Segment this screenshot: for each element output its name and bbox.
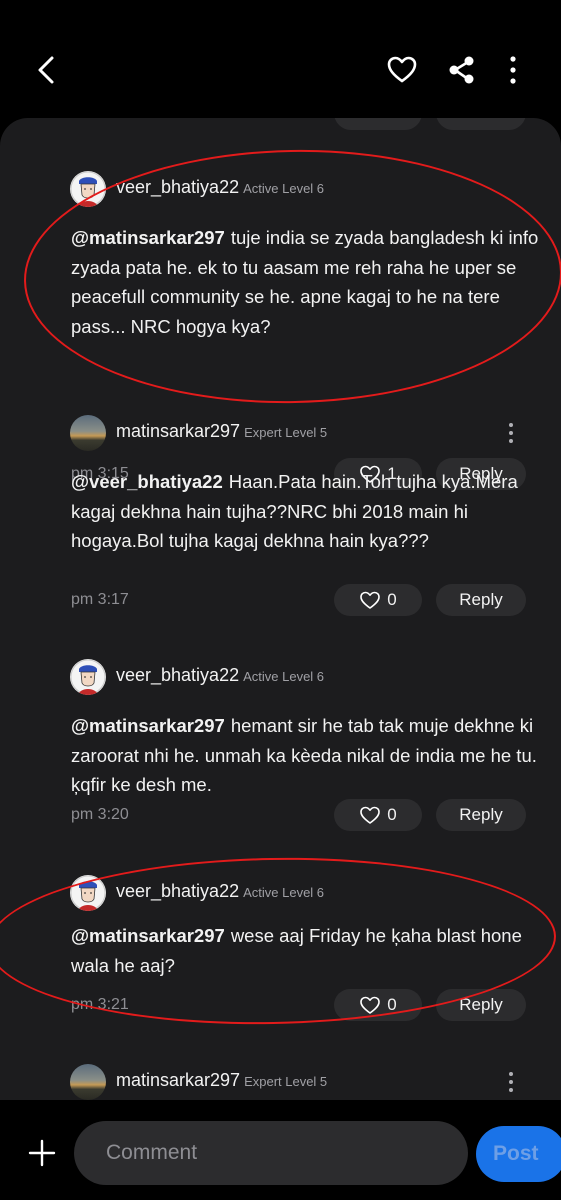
avatar[interactable] — [70, 659, 106, 695]
reply-button[interactable]: Reply — [436, 584, 526, 616]
comment-text: @veer_bhatiya22 Haan.Pata hain.Toh tujha … — [71, 467, 541, 556]
username[interactable]: veer_bhatiya22 — [116, 665, 239, 685]
avatar[interactable] — [70, 1064, 106, 1100]
comment-composer: Post — [0, 1100, 561, 1200]
like-count: 0 — [387, 995, 397, 1014]
top-app-bar — [0, 0, 561, 118]
mention-link[interactable]: @veer_bhatiya22 — [71, 471, 223, 492]
comments-panel[interactable]: veer_bhatiya22 Active Level 6 @matinsarka… — [0, 118, 561, 1100]
comment-footer: pm 3:20 0 Reply — [0, 799, 561, 833]
like-button[interactable]: 0 — [334, 799, 422, 831]
mention-link[interactable]: @matinsarkar297 — [71, 925, 225, 946]
like-count: 0 — [387, 590, 397, 609]
heart-icon[interactable] — [386, 54, 418, 86]
more-vertical-icon[interactable] — [502, 54, 524, 86]
post-button[interactable]: Post — [476, 1126, 561, 1182]
like-button[interactable]: 0 — [334, 584, 422, 616]
more-vertical-icon[interactable] — [503, 1070, 519, 1094]
mention-link[interactable]: @matinsarkar297 — [71, 227, 225, 248]
like-count: 0 — [387, 805, 397, 824]
username[interactable]: veer_bhatiya22 — [116, 881, 239, 901]
share-icon[interactable] — [446, 54, 476, 86]
avatar[interactable] — [70, 875, 106, 911]
heart-outline-icon — [360, 996, 381, 1014]
heart-outline-icon — [360, 591, 381, 609]
reply-button[interactable] — [436, 118, 526, 130]
chevron-left-icon[interactable] — [32, 52, 62, 88]
user-level: Active Level 6 — [243, 181, 325, 196]
comment-time: pm 3:21 — [71, 996, 129, 1013]
user-level: Active Level 6 — [243, 885, 325, 900]
comment-author[interactable]: matinsarkar297 Expert Level 5 — [116, 421, 327, 442]
comment-footer: pm 3:17 0 Reply — [0, 584, 561, 618]
comment-text: @matinsarkar297 wese aaj Friday he ķaha b… — [71, 921, 541, 980]
comment-text: @matinsarkar297 hemant sir he tab tak muj… — [71, 711, 541, 800]
avatar[interactable] — [70, 171, 106, 207]
comment-time: pm 3:17 — [71, 591, 129, 608]
like-button[interactable]: 0 — [334, 989, 422, 1021]
avatar[interactable] — [70, 415, 106, 451]
username[interactable]: matinsarkar297 — [116, 1070, 240, 1090]
comment-time: pm 3:20 — [71, 806, 129, 823]
reply-button[interactable]: Reply — [436, 989, 526, 1021]
like-button[interactable] — [334, 118, 422, 130]
comment-input[interactable] — [74, 1121, 468, 1185]
previous-comment-footer — [0, 118, 561, 132]
user-level: Active Level 6 — [243, 669, 325, 684]
comment-author[interactable]: veer_bhatiya22 Active Level 6 — [116, 177, 324, 198]
mention-link[interactable]: @matinsarkar297 — [71, 715, 225, 736]
username[interactable]: veer_bhatiya22 — [116, 177, 239, 197]
user-level: Expert Level 5 — [244, 1074, 328, 1089]
comment-footer: pm 3:21 0 Reply — [0, 989, 561, 1023]
comment-text: @matinsarkar297 tuje india se zyada bangl… — [71, 223, 541, 341]
more-vertical-icon[interactable] — [503, 421, 519, 445]
username[interactable]: matinsarkar297 — [116, 421, 240, 441]
heart-outline-icon — [360, 806, 381, 824]
plus-icon[interactable] — [28, 1139, 56, 1167]
reply-button[interactable]: Reply — [436, 799, 526, 831]
comment-author[interactable]: veer_bhatiya22 Active Level 6 — [116, 665, 324, 686]
comment-author[interactable]: matinsarkar297 Expert Level 5 — [116, 1070, 327, 1091]
comment-author[interactable]: veer_bhatiya22 Active Level 6 — [116, 881, 324, 902]
user-level: Expert Level 5 — [244, 425, 328, 440]
